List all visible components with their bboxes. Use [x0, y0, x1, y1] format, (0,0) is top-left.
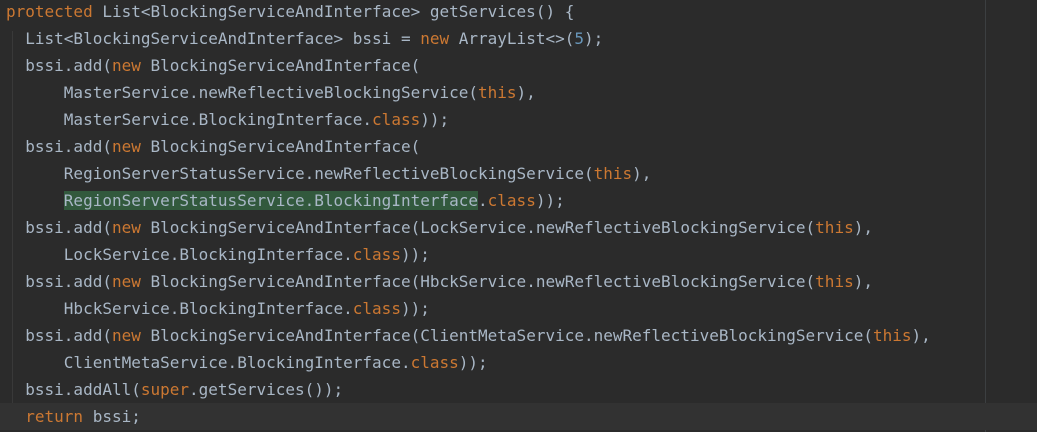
code-text: bssi.add( — [25, 218, 112, 237]
code-line-16[interactable]: return bssi; — [0, 403, 1037, 430]
keyword: protected — [6, 2, 93, 21]
keyword: class — [410, 353, 459, 372]
code-text: ), — [853, 218, 873, 237]
code-text: )); — [458, 353, 488, 372]
code-text: . — [478, 191, 488, 210]
keyword: this — [872, 326, 912, 345]
code-text: RegionServerStatusService.newReflectiveB… — [63, 164, 594, 183]
code-text: bssi.add( — [25, 56, 112, 75]
code-line-15[interactable]: bssi.addAll(super.getServices()); — [6, 376, 343, 403]
code-text: ), — [632, 164, 652, 183]
code-text: ), — [516, 83, 536, 102]
code-text: ); — [584, 29, 604, 48]
code-line-10[interactable]: LockService.BlockingInterface.class)); — [6, 241, 430, 268]
code-text: ), — [853, 272, 873, 291]
code-text: bssi.add( — [25, 326, 112, 345]
code-text: )); — [400, 299, 430, 318]
right-margin-guide — [985, 0, 986, 432]
keyword: new — [420, 29, 450, 48]
keyword: this — [815, 218, 854, 237]
code-text: bssi.add( — [25, 137, 112, 156]
code-line-13[interactable]: bssi.add(new BlockingServiceAndInterface… — [6, 322, 931, 349]
code-text: BlockingServiceAndInterface( — [140, 56, 421, 75]
keyword: super — [140, 380, 190, 399]
code-text: )); — [535, 191, 565, 210]
code-text: List<BlockingServiceAndInterface> getSer… — [92, 2, 575, 21]
code-line-7[interactable]: RegionServerStatusService.newReflectiveB… — [6, 160, 652, 187]
code-text: ClientMetaService.BlockingInterface. — [63, 353, 411, 372]
code-line-12[interactable]: HbckService.BlockingInterface.class)); — [6, 295, 430, 322]
code-line-9[interactable]: bssi.add(new BlockingServiceAndInterface… — [6, 214, 873, 241]
keyword: new — [111, 56, 141, 75]
keyword: class — [487, 191, 536, 210]
keyword: class — [372, 110, 421, 129]
code-text: ArrayList<>( — [449, 29, 575, 48]
code-line-2[interactable]: List<BlockingServiceAndInterface> bssi =… — [6, 25, 603, 52]
code-editor[interactable]: protected List<BlockingServiceAndInterfa… — [0, 0, 1037, 432]
keyword: this — [815, 272, 854, 291]
keyword: return — [25, 407, 84, 426]
keyword: new — [111, 137, 141, 156]
code-text: BlockingServiceAndInterface( — [140, 137, 421, 156]
code-text: BlockingServiceAndInterface(LockService.… — [140, 218, 816, 237]
keyword: this — [593, 164, 633, 183]
keyword: class — [352, 245, 401, 264]
code-line-4[interactable]: MasterService.newReflectiveBlockingServi… — [6, 79, 536, 106]
code-text: MasterService.BlockingInterface. — [63, 110, 373, 129]
code-line-8[interactable]: RegionServerStatusService.BlockingInterf… — [6, 187, 565, 214]
code-text: bssi.add( — [25, 272, 112, 291]
code-line-14[interactable]: ClientMetaService.BlockingInterface.clas… — [6, 349, 488, 376]
code-line-1[interactable]: protected List<BlockingServiceAndInterfa… — [6, 0, 574, 25]
code-text: bssi.addAll( — [25, 380, 141, 399]
code-text: bssi; — [83, 407, 141, 426]
keyword: class — [352, 299, 401, 318]
code-text: )); — [400, 245, 430, 264]
keyword: new — [111, 326, 141, 345]
code-text: ), — [911, 326, 931, 345]
code-text: MasterService.newReflectiveBlockingServi… — [63, 83, 479, 102]
keyword: this — [478, 83, 517, 102]
code-line-3[interactable]: bssi.add(new BlockingServiceAndInterface… — [6, 52, 420, 79]
keyword: new — [111, 272, 141, 291]
code-text: .getServices()); — [189, 380, 344, 399]
number-literal: 5 — [574, 29, 584, 48]
code-text: BlockingServiceAndInterface(HbckService.… — [140, 272, 816, 291]
code-text: HbckService.BlockingInterface. — [63, 299, 353, 318]
code-text: List<BlockingServiceAndInterface> bssi = — [25, 29, 421, 48]
code-line-11[interactable]: bssi.add(new BlockingServiceAndInterface… — [6, 268, 873, 295]
code-line-6[interactable]: bssi.add(new BlockingServiceAndInterface… — [6, 133, 420, 160]
code-line-5[interactable]: MasterService.BlockingInterface.class)); — [6, 106, 449, 133]
search-highlight: RegionServerStatusService.BlockingInterf… — [63, 191, 479, 210]
code-text: LockService.BlockingInterface. — [63, 245, 353, 264]
code-text: BlockingServiceAndInterface(ClientMetaSe… — [140, 326, 873, 345]
keyword: new — [111, 218, 141, 237]
code-text: )); — [420, 110, 450, 129]
